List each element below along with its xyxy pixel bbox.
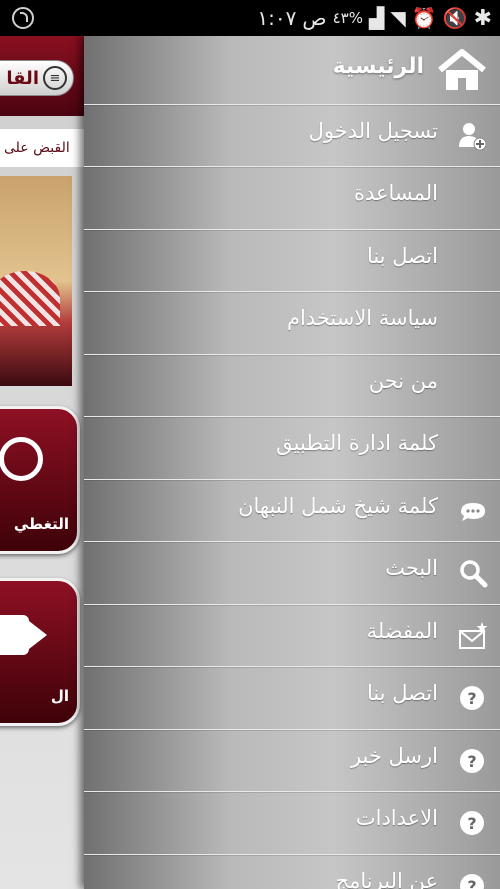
add-user-icon xyxy=(459,123,487,151)
menu-item-login[interactable]: تسجيل الدخول xyxy=(84,104,500,166)
status-time: ١:٠٧ xyxy=(257,6,297,30)
menu-item-sheikh-word[interactable]: كلمة شيخ شمل النبهان xyxy=(84,479,500,541)
menu-item-help[interactable]: المساعدة xyxy=(84,166,500,228)
news-photo[interactable] xyxy=(0,176,72,386)
video-camera-icon xyxy=(0,615,47,655)
menu-item-label: عن البرنامج xyxy=(335,869,438,889)
menu-item-label: سياسة الاستخدام xyxy=(286,306,438,330)
mute-icon: 🔇 xyxy=(442,6,468,30)
help-icon: ? xyxy=(460,686,484,710)
menu-item-label: البحث xyxy=(385,556,438,580)
app-title: القا xyxy=(6,67,39,89)
menu-item-label: ارسل خبر xyxy=(350,744,438,768)
menu-icon[interactable]: ≡ xyxy=(43,66,67,90)
app-title-pill[interactable]: القا ≡ xyxy=(0,60,74,96)
ticker-text: القبض على xyxy=(4,140,70,156)
menu-item-label: من نحن xyxy=(368,369,438,393)
app-header: القا ≡ xyxy=(0,36,84,116)
video-tile-label: ال xyxy=(50,687,69,705)
coverage-tile-label: التغطي xyxy=(13,515,69,533)
help-icon: ? xyxy=(460,811,484,835)
search-icon xyxy=(460,560,488,588)
favorite-mail-icon xyxy=(459,622,488,649)
video-tile[interactable]: ال xyxy=(0,578,80,726)
status-icons: ١:٠٧ ص ٤٣% ▟ ◥ ⏰ 🔇 ✱ xyxy=(257,0,492,36)
alarm-icon: ⏰ xyxy=(411,6,437,30)
menu-item-label: كلمة ادارة التطبيق xyxy=(276,431,438,455)
home-icon xyxy=(438,49,486,90)
menu-item-usage-policy[interactable]: سياسة الاستخدام xyxy=(84,291,500,353)
status-bar: ١:٠٧ ص ٤٣% ▟ ◥ ⏰ 🔇 ✱ xyxy=(0,0,500,36)
menu-item-admin-word[interactable]: كلمة ادارة التطبيق xyxy=(84,416,500,478)
help-icon: ? xyxy=(460,874,484,889)
battery-percent: ٤٣% xyxy=(332,9,363,27)
navigation-drawer: الرئيسية تسجيل الدخول المساعدة اتصل بنا … xyxy=(84,36,500,889)
menu-item-settings[interactable]: ? الاعدادات xyxy=(84,791,500,853)
menu-item-contact-2[interactable]: ? اتصل بنا xyxy=(84,666,500,728)
status-period: ص xyxy=(302,6,327,30)
menu-item-search[interactable]: البحث xyxy=(84,541,500,603)
menu-item-label: تسجيل الدخول xyxy=(308,119,438,143)
menu-item-label: اتصل بنا xyxy=(366,681,438,705)
chat-icon xyxy=(461,503,485,521)
menu-item-send-news[interactable]: ? ارسل خبر xyxy=(84,729,500,791)
menu-item-label: اتصل بنا xyxy=(366,244,438,268)
menu-item-favorites[interactable]: المفضلة xyxy=(84,604,500,666)
menu-item-label: المفضلة xyxy=(366,619,438,643)
menu-item-about-app[interactable]: ? عن البرنامج xyxy=(84,854,500,889)
sync-icon xyxy=(12,7,34,29)
home-label: الرئيسية xyxy=(332,54,424,79)
menu-item-label: الاعدادات xyxy=(355,806,438,830)
bluetooth-icon: ✱ xyxy=(473,5,492,31)
drawer-home-row[interactable]: الرئيسية xyxy=(84,36,500,104)
help-icon: ? xyxy=(460,749,484,773)
menu-item-label: المساعدة xyxy=(353,181,438,205)
signal-icon: ▟ xyxy=(368,6,385,30)
menu-item-contact[interactable]: اتصل بنا xyxy=(84,229,500,291)
coverage-tile[interactable]: التغطي xyxy=(0,406,80,554)
wifi-icon: ◥ xyxy=(390,6,406,30)
menu-item-about-us[interactable]: من نحن xyxy=(84,354,500,416)
news-ticker[interactable]: القبض على xyxy=(0,129,84,167)
clock-icon xyxy=(0,437,43,481)
menu-item-label: كلمة شيخ شمل النبهان xyxy=(238,494,438,518)
